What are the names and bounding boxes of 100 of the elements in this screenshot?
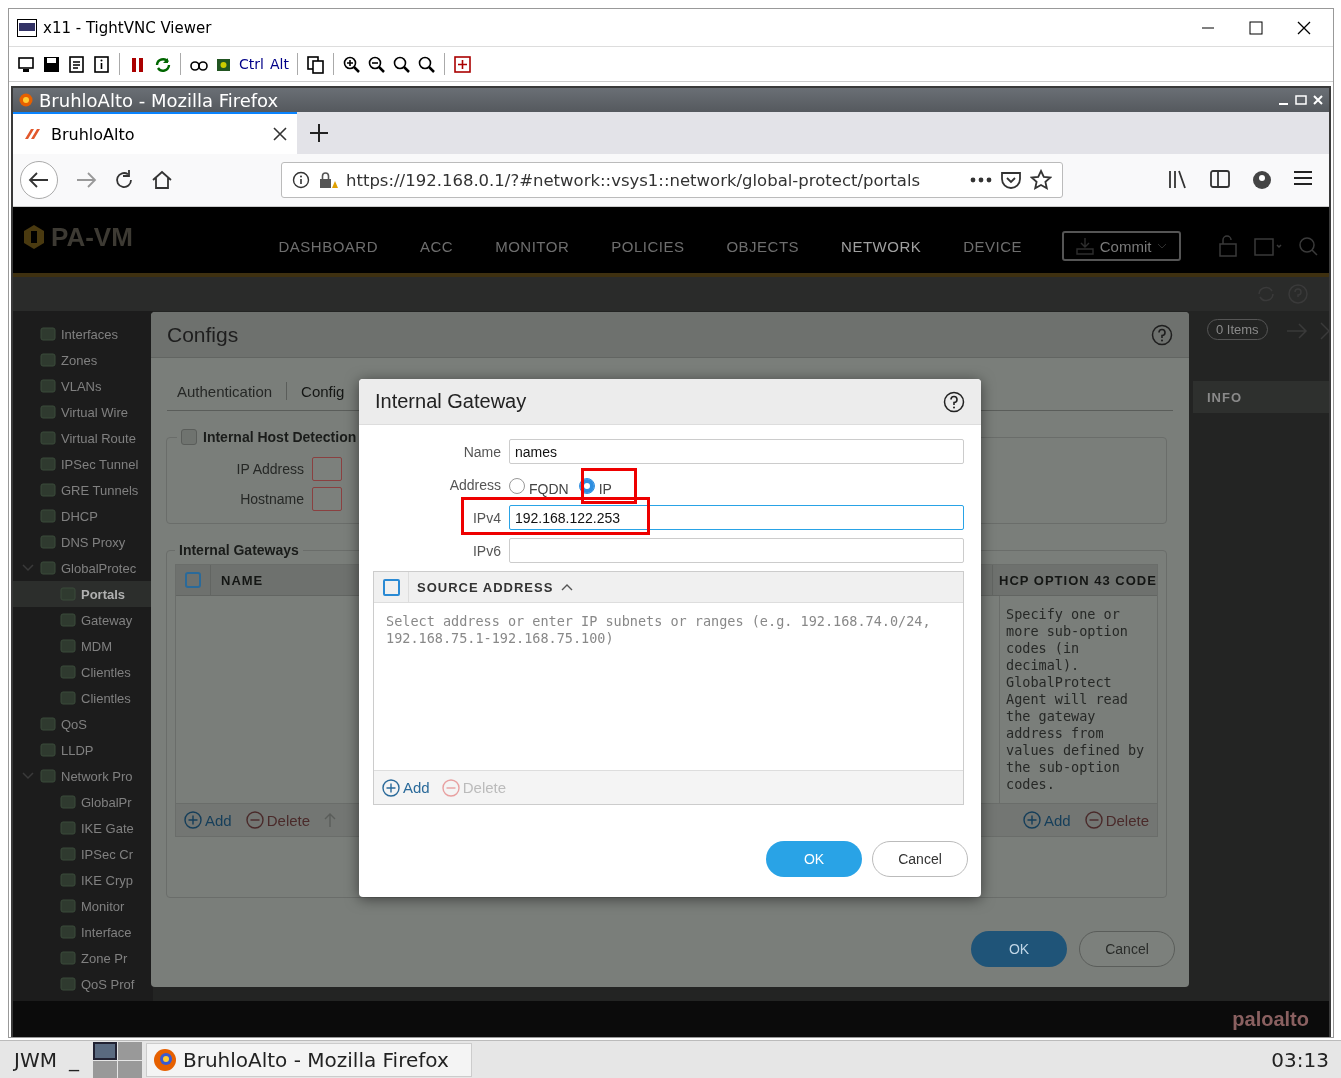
zoom-fit-icon[interactable] (416, 54, 436, 74)
sidebar-item[interactable]: Interfaces (13, 321, 153, 347)
sidebar-item[interactable]: DHCP (13, 503, 153, 529)
sidebar-item[interactable]: QoS (13, 711, 153, 737)
sidebar-item[interactable]: GlobalProtec (13, 555, 153, 581)
more-icon[interactable] (970, 177, 992, 183)
radio-label: IP (598, 481, 612, 497)
site-icon (23, 127, 41, 141)
sidebar-item[interactable]: DNS Proxy (13, 529, 153, 555)
add-button[interactable]: Add (382, 778, 430, 797)
checkbox[interactable] (181, 429, 197, 445)
firefox-logo-icon (152, 1048, 177, 1072)
column-header[interactable]: SOURCE ADDRESS (417, 579, 554, 595)
tab-close-icon[interactable] (273, 127, 287, 141)
sidebar-item[interactable]: LLDP (13, 737, 153, 763)
sidebar-item[interactable]: QoS Prof (13, 971, 153, 997)
nav-tab[interactable]: MONITOR (495, 237, 570, 255)
nav-tab[interactable]: DEVICE (963, 237, 1023, 255)
browser-tab[interactable]: BruhloAlto (13, 112, 297, 154)
input-field[interactable] (312, 487, 342, 511)
add-button[interactable]: Add (1022, 811, 1071, 829)
new-tab-icon[interactable] (309, 123, 329, 143)
nav-tab[interactable]: POLICIES (611, 237, 685, 255)
sidebar-item[interactable]: GRE Tunnels (13, 477, 153, 503)
account-icon[interactable] (1251, 169, 1273, 191)
caret-up-icon[interactable] (561, 583, 574, 591)
menu-button[interactable]: JWM (0, 1048, 69, 1072)
dialog-tab[interactable]: Config (301, 382, 345, 400)
sidebar-item[interactable]: Interface (13, 919, 153, 945)
sidebar-item[interactable]: Clientles (13, 659, 153, 685)
help-icon[interactable] (943, 390, 965, 413)
sidebar-icon[interactable] (1209, 169, 1231, 189)
sidebar-item[interactable]: IPSec Tunnel (13, 451, 153, 477)
ok-button[interactable]: OK (971, 931, 1067, 967)
tile-icon (39, 481, 57, 499)
sidebar-item[interactable]: GlobalPr (13, 789, 153, 815)
radio-label: FQDN (529, 481, 569, 497)
checkbox-label: Internal Host Detection (203, 429, 357, 445)
zoom-reset-icon[interactable] (391, 54, 411, 74)
add-button[interactable]: Add (184, 811, 232, 829)
field-label: IP Address (235, 461, 304, 477)
sidebar-item[interactable]: VLANs (13, 373, 153, 399)
copy-icon[interactable] (305, 54, 325, 74)
address-bar[interactable]: https://192.168.0.1/?#network::vsys1::network/global-protect/portals (281, 162, 1063, 198)
maximize-icon[interactable] (1249, 20, 1263, 35)
sidebar-item[interactable]: Gateway (13, 607, 153, 633)
browser-window-title: BruhloAlto - Mozilla Firefox (39, 89, 279, 111)
select-all-checkbox[interactable] (382, 578, 400, 596)
star-icon[interactable] (1030, 169, 1052, 191)
key-button[interactable]: Ctrl (239, 56, 264, 72)
input-field[interactable] (312, 457, 342, 481)
select-all-checkbox[interactable] (185, 572, 201, 588)
sidebar-item[interactable]: Zone Pr (13, 945, 153, 971)
sidebar-item[interactable]: Zones (13, 347, 153, 373)
sidebar-item[interactable]: IPSec Cr (13, 841, 153, 867)
nav-tab[interactable]: NETWORK (841, 237, 922, 255)
column-header: HCP OPTION 43 CODE (992, 565, 1157, 595)
field-label: Hostname (239, 491, 304, 507)
sidebar-item[interactable]: MDM (13, 633, 153, 659)
sidebar-item[interactable]: Clientles (13, 685, 153, 711)
computer-icon[interactable] (17, 54, 36, 74)
home-icon[interactable] (151, 169, 173, 191)
sidebar-item[interactable]: Network Pro (13, 763, 153, 789)
ipv4-field[interactable]: 192.168.122.253 (509, 505, 964, 530)
tile-icon (59, 897, 77, 915)
field-label: Name (462, 443, 501, 460)
pocket-icon[interactable] (1000, 170, 1022, 190)
nav-tab[interactable]: DASHBOARD (278, 237, 378, 255)
ipv6-field[interactable] (509, 538, 964, 563)
commit-button[interactable]: Commit (1062, 231, 1181, 261)
back-icon[interactable] (19, 160, 59, 200)
tile-icon (59, 793, 77, 811)
desktop-pager[interactable] (92, 1041, 142, 1078)
zoom-out-icon[interactable] (366, 54, 386, 74)
sidebar-item[interactable]: IKE Cryp (13, 867, 153, 893)
info-icon[interactable] (92, 54, 111, 74)
sidebar-item[interactable]: Monitor (13, 893, 153, 919)
sidebar-item[interactable]: Virtual Route (13, 425, 153, 451)
nav-tab[interactable]: ACC (420, 237, 454, 255)
name-field[interactable]: names (509, 439, 964, 464)
section-title: Internal Gateways (179, 542, 299, 558)
zoom-in-icon[interactable] (341, 54, 361, 74)
nav-tab[interactable]: OBJECTS (726, 237, 800, 255)
document-icon[interactable] (67, 54, 86, 74)
close-icon[interactable] (1297, 20, 1311, 35)
minus-circle-icon (1084, 811, 1103, 829)
sidebar-item[interactable]: Portals (13, 581, 153, 607)
fullscreen-icon[interactable] (452, 54, 472, 74)
sidebar-item[interactable]: Virtual Wire (13, 399, 153, 425)
cancel-button[interactable]: Cancel (1079, 931, 1175, 967)
dialog-tab[interactable]: Authentication (177, 382, 273, 400)
ok-button[interactable]: OK (766, 841, 862, 877)
key-button[interactable]: Alt (269, 56, 289, 72)
taskbar-button[interactable]: BruhloAlto - Mozilla Firefox (145, 1043, 472, 1077)
tile-icon (39, 377, 57, 395)
library-icon[interactable] (1167, 169, 1189, 189)
reload-icon[interactable] (113, 169, 135, 191)
sidebar-item[interactable]: IKE Gate (13, 815, 153, 841)
tile-icon (59, 819, 77, 837)
menu-icon[interactable] (1293, 169, 1313, 187)
